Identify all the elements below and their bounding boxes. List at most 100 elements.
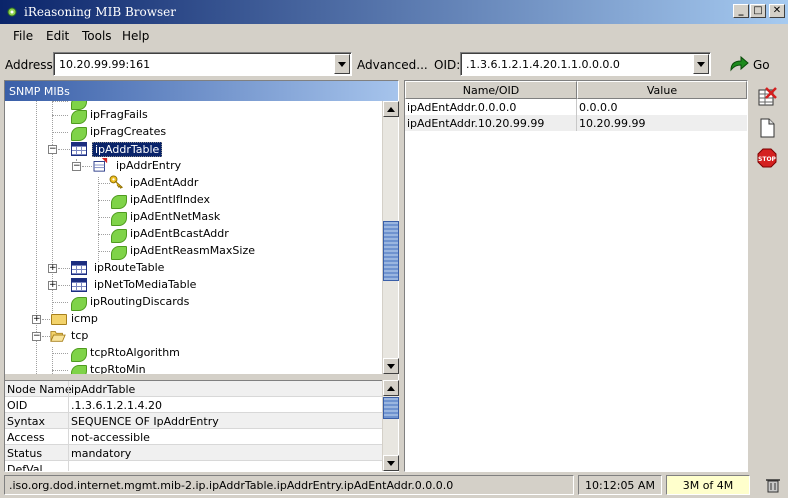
table-row: Status mandatory (5, 445, 382, 461)
stop-icon[interactable]: STOP (757, 148, 777, 168)
oid-value[interactable]: .1.3.6.1.2.1.4.20.1.1.0.0.0.0 (466, 58, 620, 71)
expand-icon[interactable]: + (48, 264, 57, 273)
scroll-down-arrow-icon[interactable] (383, 455, 399, 471)
go-arrow-icon (730, 56, 749, 72)
address-combo[interactable]: 10.20.99.99:161 (53, 52, 352, 76)
tree-node[interactable]: ipAdEntNetMask (5, 209, 382, 226)
table-row[interactable]: ipAdEntAddr.10.20.99.99 10.20.99.99 (405, 115, 747, 131)
tree-node-label[interactable]: ipFragCreates (88, 125, 168, 138)
properties-scrollbar[interactable] (382, 380, 399, 471)
tree-node-label[interactable]: ipAddrTable (92, 142, 163, 157)
leaf-icon (71, 127, 87, 141)
menu-edit[interactable]: Edit (46, 29, 69, 43)
tree-node[interactable]: ipAdEntBcastAddr (5, 226, 382, 243)
column-header-name[interactable]: Name/OID (405, 81, 577, 99)
close-button[interactable]: ✕ (769, 4, 785, 18)
property-value: ipAddrTable (71, 383, 136, 396)
tree-node-selected[interactable]: − ipAddrTable (5, 141, 382, 158)
address-value[interactable]: 10.20.99.99:161 (59, 58, 150, 71)
table-icon (71, 261, 87, 275)
tree-node[interactable]: + icmp (5, 311, 382, 328)
trash-icon[interactable] (765, 477, 781, 493)
tree-node-label[interactable]: ipAdEntNetMask (128, 210, 222, 223)
tree-node-label[interactable]: ipAddrEntry (114, 159, 183, 172)
property-key: Status (7, 447, 43, 460)
go-button[interactable]: Go (727, 53, 777, 75)
row-name: ipAdEntAddr.10.20.99.99 (407, 117, 545, 130)
table-row[interactable]: ipAdEntAddr.0.0.0.0 0.0.0.0 (405, 99, 747, 115)
tree-node[interactable]: ipAdEntAddr (5, 175, 382, 192)
address-dropdown-arrow-icon[interactable] (334, 54, 350, 74)
property-value: SEQUENCE OF IpAddrEntry (71, 415, 219, 428)
column-header-value[interactable]: Value (577, 81, 747, 99)
oid-combo[interactable]: .1.3.6.1.2.1.4.20.1.1.0.0.0.0 (460, 52, 711, 76)
table-icon (71, 278, 87, 292)
tree-node-label[interactable]: tcpRtoAlgorithm (88, 346, 182, 359)
entry-icon (93, 158, 108, 172)
collapse-icon[interactable]: − (72, 162, 81, 171)
menu-file[interactable]: File (13, 29, 33, 43)
scroll-thumb[interactable] (383, 221, 399, 281)
tree-node-label[interactable]: ipNetToMediaTable (92, 278, 198, 291)
scroll-up-arrow-icon[interactable] (383, 380, 399, 396)
expand-icon[interactable]: + (48, 281, 57, 290)
tree-node-label[interactable]: ipAdEntIfIndex (128, 193, 212, 206)
tree-node-label[interactable]: ipAdEntBcastAddr (128, 227, 231, 240)
app-gear-icon (7, 7, 17, 17)
leaf-icon (71, 297, 87, 311)
expand-icon[interactable]: + (32, 315, 41, 324)
tree-node-label[interactable]: ipFragFails (88, 108, 150, 121)
tree-node[interactable]: ipFragFails (5, 107, 382, 124)
property-key: Syntax (7, 415, 46, 428)
menu-tools[interactable]: Tools (82, 29, 112, 43)
tree-node-label[interactable]: ipAdEntAddr (128, 176, 200, 189)
leaf-icon (111, 195, 127, 209)
property-value: not-accessible (71, 431, 150, 444)
tree-node[interactable]: ipAdEntReasmMaxSize (5, 243, 382, 260)
results-table: Name/OID Value ipAdEntAddr.0.0.0.0 0.0.0… (404, 80, 748, 472)
minimize-button[interactable]: _ (733, 4, 749, 18)
status-memory: 3M of 4M (666, 475, 750, 495)
tree-node-label[interactable]: ipRouteTable (92, 261, 166, 274)
tree-scrollbar[interactable] (382, 101, 399, 374)
tree-node-label[interactable]: ipRoutingDiscards (88, 295, 191, 308)
leaf-icon (71, 110, 87, 124)
tree-node[interactable]: + ipNetToMediaTable (5, 277, 382, 294)
menu-help[interactable]: Help (122, 29, 149, 43)
tree-node-label[interactable]: tcp (69, 329, 90, 342)
tree-node-label[interactable]: icmp (69, 312, 100, 325)
collapse-icon[interactable]: − (48, 145, 57, 154)
tree-node-label[interactable]: ipAdEntReasmMaxSize (128, 244, 257, 257)
tree-node[interactable]: ipAdEntIfIndex (5, 192, 382, 209)
clear-table-icon[interactable] (757, 87, 777, 107)
tree-node[interactable]: ipFragCreates (5, 124, 382, 141)
table-icon (71, 142, 87, 156)
collapse-icon[interactable]: − (32, 332, 41, 341)
oid-label: OID: (434, 58, 461, 72)
new-document-icon[interactable] (757, 118, 777, 138)
mib-tree[interactable]: ipFragFails ipFragCreates − ipAddrTable … (5, 101, 382, 374)
tree-node[interactable]: tcpRtoAlgorithm (5, 345, 382, 362)
advanced-button[interactable]: Advanced... (357, 58, 428, 72)
table-row: Node Name ipAddrTable (5, 381, 382, 397)
folder-icon (51, 314, 67, 325)
properties-table: Node Name ipAddrTable OID .1.3.6.1.2.1.4… (5, 380, 382, 471)
scroll-up-arrow-icon[interactable] (383, 101, 399, 117)
go-label: Go (753, 58, 770, 72)
scroll-thumb[interactable] (383, 397, 399, 419)
tree-node[interactable]: + ipRouteTable (5, 260, 382, 277)
tree-node[interactable]: ipRoutingDiscards (5, 294, 382, 311)
tree-node[interactable]: tcpRtoMin (5, 362, 382, 374)
tree-node[interactable]: − tcp (5, 328, 382, 345)
tree-node-label[interactable]: tcpRtoMin (88, 363, 148, 374)
scroll-down-arrow-icon[interactable] (383, 358, 399, 374)
property-value: mandatory (71, 447, 132, 460)
property-key: Access (7, 431, 45, 444)
table-row: Syntax SEQUENCE OF IpAddrEntry (5, 413, 382, 429)
tree-node[interactable]: − ipAddrEntry (5, 158, 382, 175)
maximize-button[interactable]: □ (750, 4, 766, 18)
property-key: OID (7, 399, 28, 412)
menu-bar: File Edit Tools Help (0, 24, 788, 47)
oid-dropdown-arrow-icon[interactable] (693, 54, 709, 74)
row-value: 10.20.99.99 (579, 117, 646, 130)
